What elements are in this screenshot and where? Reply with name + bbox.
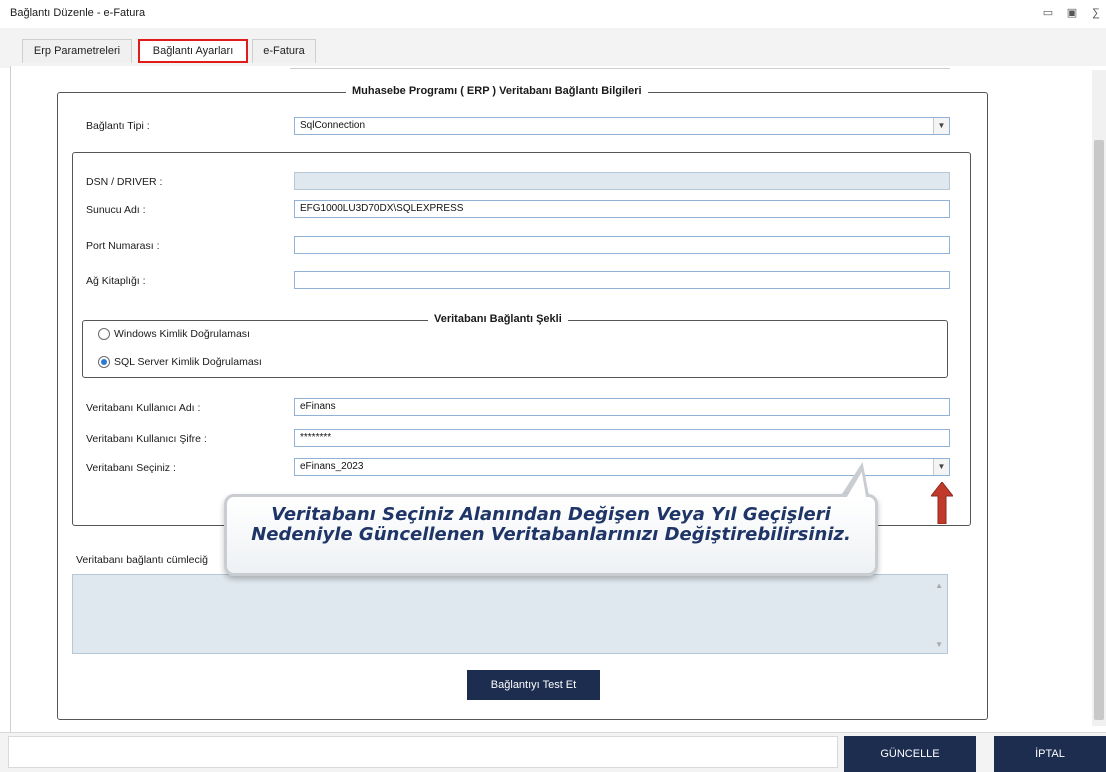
- library-field[interactable]: [294, 271, 950, 289]
- divider: [290, 68, 950, 69]
- tab-connection-settings[interactable]: Bağlantı Ayarları: [138, 39, 248, 63]
- chevron-down-icon[interactable]: ▼: [933, 118, 949, 134]
- db-password-label: Veritabanı Kullanıcı Şifre :: [86, 433, 207, 445]
- scrollbar-thumb[interactable]: [1094, 140, 1104, 720]
- callout-line-2: Nedeniyle Güncellenen Veritabanlarınızı …: [251, 524, 851, 545]
- db-select-label: Veritabanı Seçiniz :: [86, 462, 176, 474]
- tab-erp-parameters[interactable]: Erp Parametreleri: [22, 39, 132, 63]
- server-label: Sunucu Adı :: [86, 204, 146, 216]
- scroll-down-icon[interactable]: ▼: [935, 640, 943, 649]
- chevron-down-icon[interactable]: ▼: [933, 459, 949, 475]
- window-title: Bağlantı Düzenle - e-Fatura: [10, 7, 146, 19]
- connection-type-value: SqlConnection: [300, 120, 366, 131]
- port-field[interactable]: [294, 236, 950, 254]
- tab-e-fatura[interactable]: e-Fatura: [252, 39, 316, 63]
- update-button[interactable]: GÜNCELLE: [844, 736, 976, 772]
- callout-text: Veritabanı Seçiniz Alanından Değişen Vey…: [227, 505, 875, 545]
- sql-auth-label: SQL Server Kimlik Doğrulaması: [114, 356, 262, 368]
- cancel-button[interactable]: İPTAL: [994, 736, 1106, 772]
- dsn-field[interactable]: [294, 172, 950, 190]
- radio-unchecked-icon: [98, 328, 110, 340]
- minimize-icon[interactable]: ▭: [1040, 6, 1056, 20]
- connection-string-label: Veritabanı bağlantı cümleciğ: [76, 554, 208, 566]
- dsn-label: DSN / DRIVER :: [86, 176, 163, 188]
- sql-auth-radio[interactable]: SQL Server Kimlik Doğrulaması: [98, 356, 262, 368]
- radio-checked-icon: [98, 356, 110, 368]
- library-label: Ağ Kitaplığı :: [86, 275, 146, 287]
- auth-group-legend: Veritabanı Bağlantı Şekli: [428, 313, 568, 325]
- callout-annotation: Veritabanı Seçiniz Alanından Değişen Vey…: [224, 494, 878, 576]
- tab-strip: Erp Parametreleri Bağlantı Ayarları e-Fa…: [0, 28, 1106, 68]
- db-select-value: eFinans_2023: [300, 461, 364, 472]
- arrow-up-icon: [931, 482, 953, 524]
- connection-type-select[interactable]: SqlConnection ▼: [294, 117, 950, 135]
- connection-string-textarea[interactable]: ▲ ▼: [72, 574, 948, 654]
- callout-line-1: Veritabanı Seçiniz Alanından Değişen Vey…: [271, 504, 831, 525]
- db-password-field[interactable]: ********: [294, 429, 950, 447]
- scroll-up-icon[interactable]: ▲: [935, 581, 943, 590]
- db-user-field[interactable]: eFinans: [294, 398, 950, 416]
- erp-group-legend: Muhasebe Programı ( ERP ) Veritabanı Bağ…: [346, 85, 648, 97]
- server-field[interactable]: EFG1000LU3D70DX\SQLEXPRESS: [294, 200, 950, 218]
- close-icon[interactable]: ∑: [1088, 6, 1104, 20]
- test-connection-button[interactable]: Bağlantıyı Test Et: [467, 670, 600, 700]
- title-bar: Bağlantı Düzenle - e-Fatura ▭ ▣ ∑: [0, 0, 1106, 28]
- windows-auth-label: Windows Kimlik Doğrulaması: [114, 328, 250, 340]
- db-user-label: Veritabanı Kullanıcı Adı :: [86, 402, 201, 414]
- port-label: Port Numarası :: [86, 240, 160, 252]
- status-area: [8, 736, 838, 768]
- maximize-icon[interactable]: ▣: [1064, 6, 1080, 20]
- windows-auth-radio[interactable]: Windows Kimlik Doğrulaması: [98, 328, 250, 340]
- connection-type-label: Bağlantı Tipi :: [86, 120, 150, 132]
